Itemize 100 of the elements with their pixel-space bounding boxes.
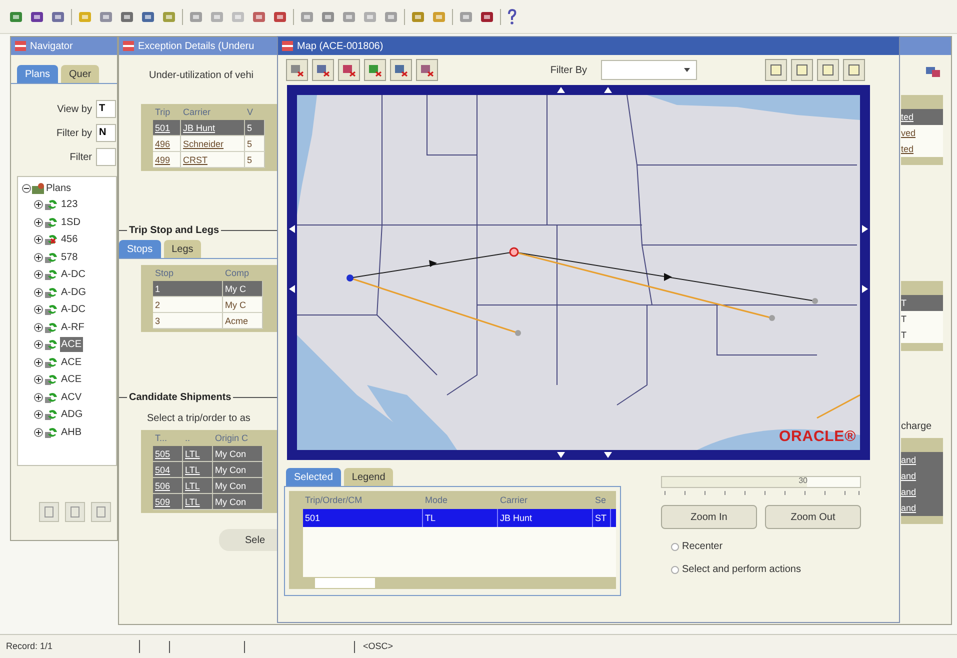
horizontal-scrollbar[interactable] [303, 577, 616, 589]
expand-toggle-icon[interactable] [34, 252, 43, 262]
pan-up-icon[interactable] [557, 87, 565, 93]
tree-item[interactable]: 578 [60, 250, 79, 265]
tree-item[interactable]: ACE [60, 372, 83, 388]
window-app-icon [282, 41, 293, 51]
collapse-toggle-icon[interactable] [22, 184, 31, 192]
tab[interactable]: Quer [61, 65, 100, 83]
map-view-button[interactable] [765, 59, 787, 81]
tree-item[interactable]: ACE [60, 354, 83, 370]
tab[interactable]: Legs [164, 240, 202, 258]
zoom-button[interactable]: Zoom Out [765, 505, 861, 529]
map-tool-icon [394, 63, 408, 77]
table-cell: T [901, 327, 943, 343]
table-cell: Schneider [181, 136, 245, 151]
tree-item[interactable]: ACV [60, 390, 83, 405]
map-view-button[interactable] [817, 59, 839, 81]
expand-toggle-icon[interactable] [34, 270, 43, 280]
table-cell: and [901, 468, 943, 484]
table-row[interactable]: 506 LTL My Con [153, 478, 263, 494]
plan-icon [44, 250, 59, 264]
tree-item[interactable]: A-DC [60, 302, 86, 318]
input-field[interactable] [96, 148, 116, 166]
table-cell: 501 [153, 120, 181, 135]
pan-up-icon[interactable] [604, 87, 612, 93]
table-row[interactable]: 509 LTL My Con [153, 494, 263, 510]
table-cell: JB Hunt [498, 509, 593, 527]
expand-toggle-icon[interactable] [34, 410, 43, 420]
stop-marker [509, 247, 519, 257]
expand-toggle-icon[interactable] [34, 235, 43, 244]
expand-toggle-icon[interactable] [34, 392, 43, 402]
pan-left-icon[interactable] [289, 285, 295, 293]
stop-marker [812, 298, 818, 304]
tree-item[interactable]: ACE [60, 337, 83, 352]
table-cell: 3 [153, 313, 223, 328]
map-view-button[interactable] [791, 59, 813, 81]
select-button[interactable]: Sele [219, 529, 277, 551]
map-view-button[interactable] [843, 59, 865, 81]
map-tool-button[interactable] [364, 59, 386, 81]
table-cell: and [901, 452, 943, 468]
map-tool-button[interactable] [286, 59, 308, 81]
table-row[interactable]: 504 LTL My Con [153, 462, 263, 478]
tree-item[interactable]: 123 [60, 197, 79, 212]
map-tool-button[interactable] [390, 59, 412, 81]
table-cell: 5 [245, 120, 265, 135]
pan-left-icon[interactable] [289, 225, 295, 233]
expand-toggle-icon[interactable] [34, 375, 43, 384]
expand-toggle-icon[interactable] [34, 428, 43, 437]
tree-item[interactable]: A-DG [60, 284, 87, 300]
expand-toggle-icon[interactable] [34, 340, 43, 350]
zoom-slider[interactable]: 30 [661, 476, 861, 488]
tree-item[interactable]: AHB [60, 424, 83, 440]
map-tool-button[interactable] [338, 59, 360, 81]
zoom-button[interactable]: Zoom In [661, 505, 757, 529]
pan-right-icon[interactable] [862, 285, 868, 293]
table-cell: 496 [153, 136, 181, 151]
table-row[interactable]: 3 Acme [153, 313, 263, 329]
table-cell: 5 [245, 136, 265, 151]
tab[interactable]: Legend [344, 468, 394, 486]
field-label: Filter by [56, 126, 92, 140]
table-cell: My C [223, 297, 263, 312]
expand-toggle-icon[interactable] [34, 218, 43, 227]
input-field[interactable]: T [96, 100, 116, 118]
expand-toggle-icon[interactable] [34, 200, 43, 210]
pan-down-icon[interactable] [604, 452, 612, 458]
tree-item[interactable]: A-DC [60, 267, 86, 282]
table-row[interactable]: 496 Schneider 5 [153, 136, 265, 152]
candidate-instruction: Select a trip/order to as [147, 412, 252, 426]
tree-item[interactable]: 1SD [60, 214, 82, 230]
table-row[interactable]: 2 My C [153, 297, 263, 313]
expand-toggle-icon[interactable] [34, 305, 43, 314]
plan-icon [44, 216, 59, 229]
table-row[interactable]: 501 JB Hunt 5 [153, 120, 265, 136]
pan-down-icon[interactable] [557, 452, 565, 458]
input-field[interactable]: N [96, 124, 116, 142]
expand-toggle-icon[interactable] [34, 322, 43, 332]
map-tool-button[interactable] [416, 59, 438, 81]
radio-button[interactable] [671, 566, 679, 574]
tree-item[interactable]: A-RF [60, 320, 86, 335]
table-row[interactable]: 499 CRST 5 [153, 152, 265, 168]
radio-label: Select and perform actions [682, 563, 801, 577]
table-row[interactable]: 505 LTL My Con [153, 446, 263, 462]
radio-label: Recenter [682, 540, 723, 554]
expand-toggle-icon[interactable] [34, 358, 43, 367]
pan-right-icon[interactable] [862, 225, 868, 233]
tree-item[interactable]: 456 [60, 232, 79, 248]
tree-item[interactable]: Plans [46, 180, 72, 196]
table-row[interactable]: 1 My C [153, 281, 263, 297]
table-cell: T [901, 295, 943, 311]
table-cell: My C [223, 281, 263, 296]
expand-toggle-icon[interactable] [34, 288, 43, 297]
table-cell: Acme [223, 313, 263, 328]
radio-button[interactable] [671, 542, 679, 550]
table-row[interactable]: 501 TL JB Hunt ST [303, 509, 616, 527]
table-cell: and [901, 500, 943, 516]
help-icon[interactable] [506, 8, 518, 24]
tree-item[interactable]: ADG [60, 407, 84, 422]
oracle-logo: ORACLE® [778, 426, 856, 446]
map-tool-button[interactable] [312, 59, 334, 81]
window-title: Exception Details (Underu [138, 40, 254, 54]
